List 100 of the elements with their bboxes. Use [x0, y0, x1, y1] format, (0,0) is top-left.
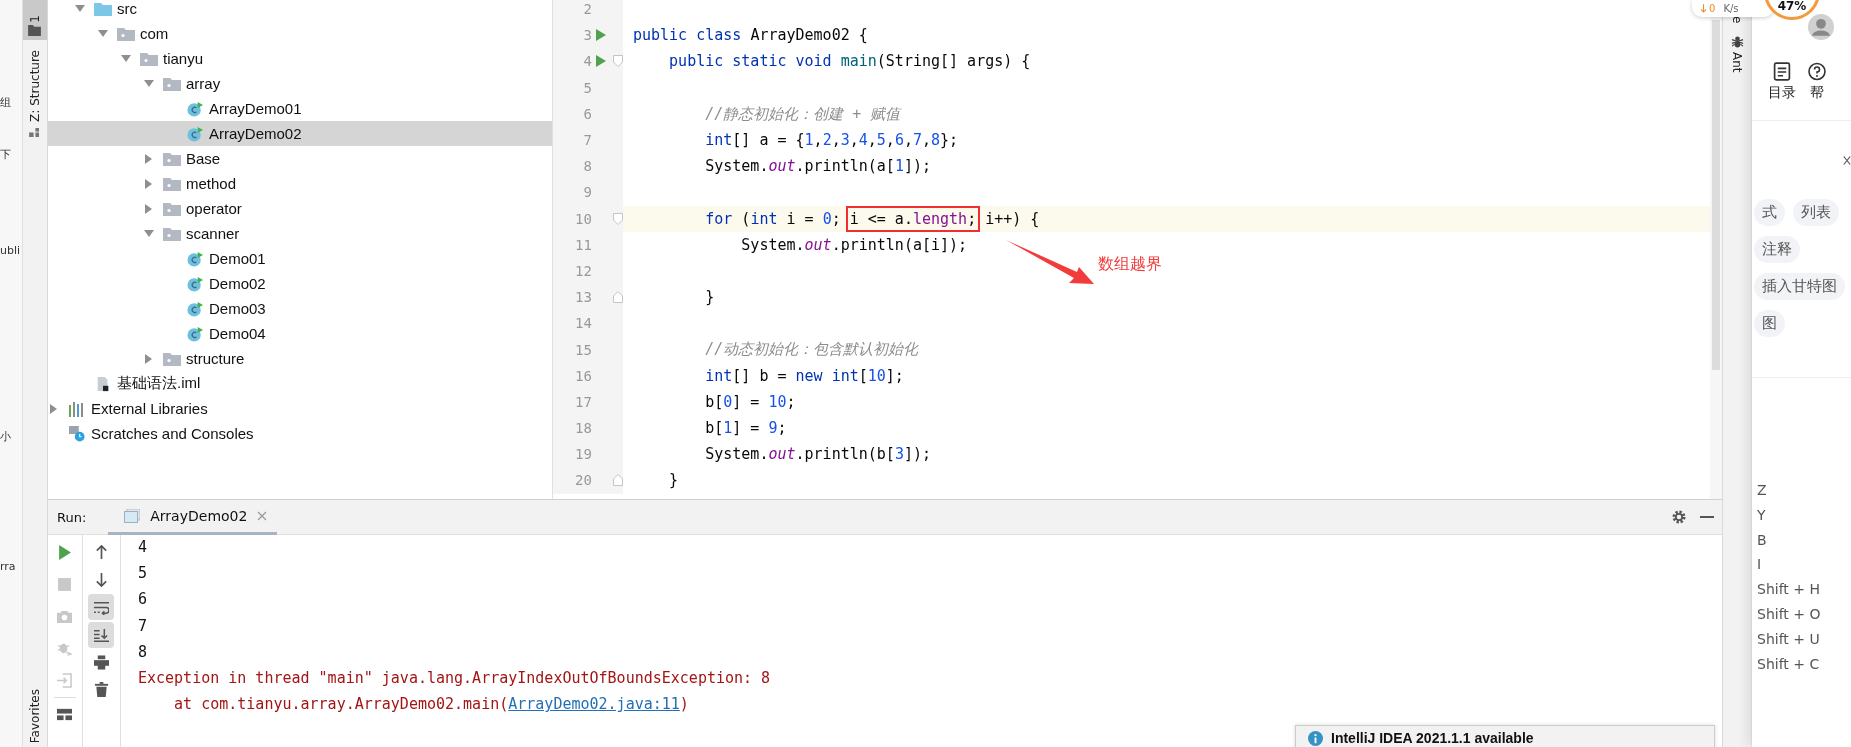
class-icon: [185, 300, 204, 317]
code-line: int[] b = new int[10];: [704, 365, 905, 387]
line-number: 13: [574, 289, 592, 306]
tree-row[interactable]: method: [47, 171, 552, 196]
tree-row[interactable]: array: [47, 71, 552, 96]
tree-item-label: ArrayDemo01: [208, 100, 302, 117]
collapse-arrow-icon[interactable]: [74, 3, 85, 14]
fold-icon[interactable]: [612, 212, 623, 225]
tree-item-label: Demo02: [208, 275, 266, 292]
tree-row[interactable]: Scratches and Consoles: [47, 421, 552, 446]
tree-row[interactable]: src: [47, 0, 552, 21]
ant-icon: [1730, 35, 1744, 49]
expand-arrow-icon[interactable]: [143, 153, 154, 164]
tool-window-tab[interactable]: e: [1730, 16, 1744, 24]
file-link[interactable]: ArrayDemo02.java:11: [508, 695, 680, 714]
scrollbar-thumb[interactable]: [1712, 20, 1721, 370]
project-tab-label: 1: [27, 15, 42, 23]
expand-arrow-icon[interactable]: [48, 403, 59, 414]
info-icon: [1308, 731, 1323, 746]
ant-tab[interactable]: Ant: [1730, 52, 1744, 73]
tree-item-label: ArrayDemo02: [208, 125, 302, 142]
login-icon[interactable]: [57, 673, 73, 688]
notification[interactable]: IntelliJ IDEA 2021.1.1 available: [1295, 725, 1715, 747]
scratches-icon: [67, 425, 86, 442]
tree-row[interactable]: ArrayDemo01: [47, 96, 552, 121]
folder-icon: [162, 225, 181, 242]
settings-icon[interactable]: [1671, 509, 1688, 525]
line-number: 14: [574, 315, 592, 332]
run-gutter-icon[interactable]: [596, 55, 607, 68]
fold-icon[interactable]: [612, 55, 623, 68]
background-text: ubli: [0, 244, 21, 258]
line-number: 5: [582, 79, 592, 96]
run-icon[interactable]: [57, 545, 73, 560]
collapse-arrow-icon[interactable]: [143, 228, 154, 239]
line-number: 19: [574, 446, 592, 463]
collapse-arrow-icon[interactable]: [97, 28, 108, 39]
tree-item-label: Demo01: [208, 250, 266, 267]
tag-chip[interactable]: 列表: [1793, 199, 1839, 226]
tree-row[interactable]: Base: [47, 146, 552, 171]
tag-chip[interactable]: 图: [1754, 310, 1785, 337]
tag-chip[interactable]: 插入甘特图: [1754, 273, 1845, 300]
scroll-to-end-button[interactable]: [88, 622, 115, 648]
run-tab[interactable]: ArrayDemo02: [108, 499, 278, 535]
project-tab[interactable]: 1: [22, 0, 47, 40]
favorites-tab[interactable]: Favorites: [27, 688, 42, 743]
tree-item-label: array: [185, 75, 221, 92]
shortcut-key: Shift + O: [1757, 602, 1851, 627]
shortcut-key: Y: [1757, 502, 1851, 528]
expand-arrow-icon[interactable]: [143, 203, 154, 214]
shortcut-key: Shift + C: [1757, 651, 1851, 677]
shortcut-key: B: [1757, 527, 1851, 553]
console-line: 7: [137, 615, 148, 637]
console-line: at com.tianyu.array.ArrayDemo02.main(ArrayDemo02.java:11): [173, 694, 690, 716]
folder-icon: [162, 75, 181, 92]
soft-wrap-button[interactable]: [88, 594, 115, 620]
expand-arrow-icon[interactable]: [143, 353, 154, 364]
tree-row[interactable]: scanner: [47, 221, 552, 246]
tree-row[interactable]: Demo04: [47, 321, 552, 346]
console-line: 6: [137, 589, 148, 611]
line-number: 18: [574, 420, 592, 437]
collapse-arrow-icon[interactable]: [143, 78, 154, 89]
tree-row[interactable]: Demo02: [47, 271, 552, 296]
help-label: 帮: [1810, 84, 1824, 102]
print-icon[interactable]: [93, 655, 109, 670]
line-number: 9: [582, 184, 592, 201]
camera-icon[interactable]: [57, 609, 73, 624]
tree-row[interactable]: operator: [47, 196, 552, 221]
toc-button[interactable]: 目录: [1768, 62, 1796, 120]
close-icon[interactable]: [1843, 155, 1851, 166]
tag-chip[interactable]: 式: [1754, 199, 1785, 226]
tree-row[interactable]: Demo03: [47, 296, 552, 321]
annotation-label: 数组越界: [1097, 254, 1162, 275]
trash-icon[interactable]: [93, 682, 109, 697]
tree-row[interactable]: External Libraries: [47, 396, 552, 421]
console-icon: [124, 508, 141, 523]
code-line: b[0] = 10;: [704, 391, 797, 413]
console-line: Exception in thread "main" java.lang.ArrayIndexOutOfBoundsException: 8: [137, 668, 772, 689]
line-number: 20: [574, 472, 592, 489]
collapse-arrow-icon[interactable]: [120, 53, 131, 64]
tree-row[interactable]: structure: [47, 346, 552, 371]
tree-item-label: Scratches and Consoles: [90, 425, 254, 442]
help-button[interactable]: 帮: [1808, 62, 1826, 120]
tree-row[interactable]: ArrayDemo02: [47, 121, 552, 146]
structure-tab[interactable]: Z: Structure: [27, 50, 42, 122]
bug-icon[interactable]: [57, 641, 73, 656]
shortcut-key: Z: [1757, 478, 1851, 503]
tag-chip[interactable]: 注释: [1754, 236, 1800, 263]
layout-icon[interactable]: [57, 707, 73, 722]
stop-icon[interactable]: [57, 577, 73, 592]
line-number: 15: [574, 341, 592, 358]
tree-row[interactable]: 基础语法.iml: [47, 371, 552, 396]
fold-icon[interactable]: [612, 474, 623, 487]
tree-row[interactable]: com: [47, 21, 552, 46]
expand-arrow-icon[interactable]: [143, 178, 154, 189]
run-gutter-icon[interactable]: [596, 29, 607, 42]
fold-icon[interactable]: [612, 291, 623, 304]
tree-row[interactable]: tianyu: [47, 46, 552, 71]
tree-row[interactable]: Demo01: [47, 246, 552, 271]
folder-icon: [162, 350, 181, 367]
line-number: 8: [582, 158, 592, 175]
